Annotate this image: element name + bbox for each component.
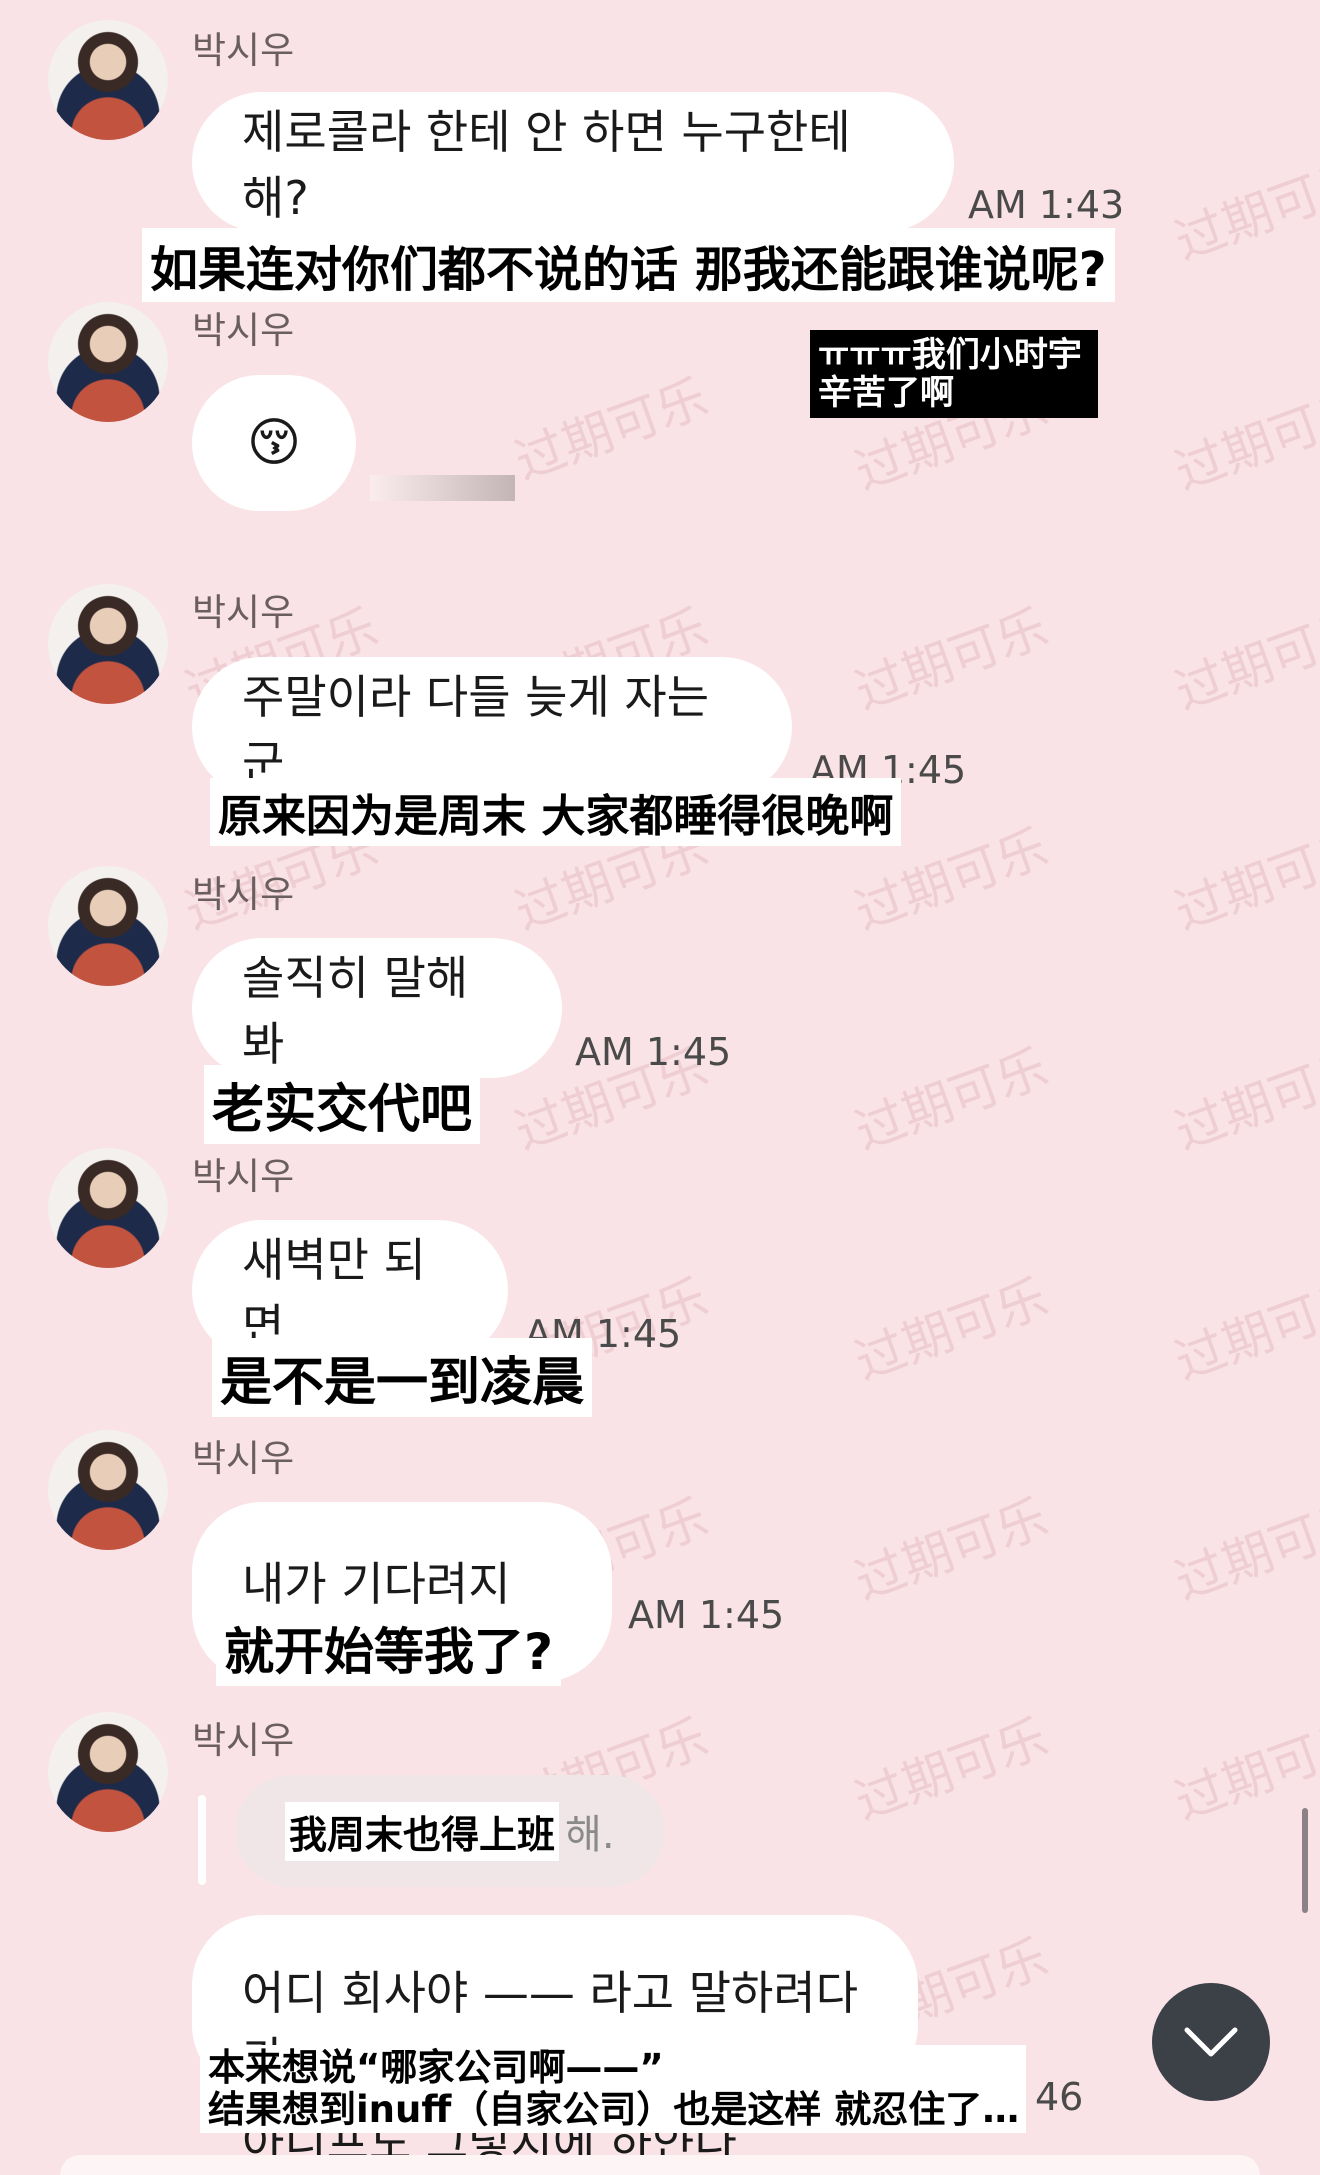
- watermark: 过期可乐: [1167, 1708, 1320, 1832]
- sender-name: 박시우: [192, 309, 295, 352]
- message-text: 제로콜라 한테 안 하면 누구한테 해?: [242, 105, 851, 225]
- blurred-time: [370, 475, 515, 501]
- sender-name: 박시우: [192, 1155, 295, 1198]
- watermark: 过期可乐: [1167, 1038, 1320, 1162]
- avatar[interactable]: [48, 302, 168, 422]
- subtitle: 老实交代吧: [204, 1065, 481, 1144]
- watermark: 过期可乐: [507, 368, 716, 492]
- reply-indicator: [198, 1795, 206, 1885]
- watermark: 过期可乐: [1167, 378, 1320, 502]
- bottom-bubble-edge: [60, 2155, 1260, 2175]
- watermark: 过期可乐: [1167, 148, 1320, 272]
- subtitle: 本来想说“哪家公司啊——” 结果想到inuff（自家公司）也是这样 就忍住了…: [200, 2045, 1026, 2133]
- avatar[interactable]: [48, 1712, 168, 1832]
- message-bubble[interactable]: 😚: [192, 375, 356, 511]
- watermark: 过期可乐: [1167, 1488, 1320, 1612]
- watermark: 过期可乐: [847, 1038, 1056, 1162]
- sender-name: 박시우: [192, 873, 295, 916]
- message-bubble[interactable]: 솔직히 말해 봐: [192, 938, 562, 1078]
- message-time: AM 1:43: [968, 183, 1125, 227]
- watermark: 过期可乐: [1167, 1268, 1320, 1392]
- reply-bubble[interactable]: 我周末也得上班 해.: [235, 1775, 665, 1887]
- emoji-kiss: 😚: [246, 413, 302, 473]
- message-text: 주말이라 다들 늦게 자는 군: [242, 670, 710, 790]
- sender-name: 박시우: [192, 1437, 295, 1480]
- message-text: 솔직히 말해 봐: [242, 951, 469, 1071]
- watermark: 过期可乐: [847, 1708, 1056, 1832]
- subtitle: 原来因为是周末 大家都睡得很晚啊: [210, 778, 902, 846]
- message-time: AM 1:45: [575, 1030, 732, 1074]
- subtitle: 是不是一到凌晨: [212, 1338, 593, 1417]
- scrollbar[interactable]: [1302, 1808, 1308, 1913]
- message-time: AM 1:45: [628, 1593, 785, 1637]
- message-text: 새벽만 되면: [242, 1233, 426, 1353]
- watermark: 过期可乐: [847, 598, 1056, 722]
- watermark: 过期可乐: [847, 1488, 1056, 1612]
- scroll-to-bottom-button[interactable]: [1152, 1983, 1270, 2101]
- sender-name: 박시우: [192, 591, 295, 634]
- chevron-down-icon: [1184, 2027, 1238, 2057]
- avatar[interactable]: [48, 866, 168, 986]
- sender-name: 박시우: [192, 1719, 295, 1762]
- avatar[interactable]: [48, 584, 168, 704]
- reply-text: 해.: [565, 1812, 615, 1858]
- subtitle-line1: 本来想说“哪家公司啊——”: [208, 2046, 664, 2089]
- message-bubble[interactable]: 제로콜라 한테 안 하면 누구한테 해?: [192, 92, 954, 232]
- subtitle: 如果连对你们都不说的话 那我还能跟谁说呢?: [142, 228, 1115, 302]
- subtitle-box: ㅠㅠㅠ我们小时宇 辛苦了啊: [810, 330, 1098, 418]
- subtitle: 就开始等我了?: [216, 1610, 562, 1686]
- subtitle-line2: 结果想到inuff（自家公司）也是这样 就忍住了…: [208, 2088, 1020, 2131]
- avatar[interactable]: [48, 1430, 168, 1550]
- avatar[interactable]: [48, 1148, 168, 1268]
- avatar[interactable]: [48, 20, 168, 140]
- message-bubble[interactable]: 주말이라 다들 늦게 자는 군: [192, 657, 792, 797]
- reply-subtitle: 我周末也得上班: [285, 1801, 560, 1861]
- watermark: 过期可乐: [1167, 818, 1320, 942]
- watermark: 过期可乐: [1167, 598, 1320, 722]
- watermark: 过期可乐: [847, 1268, 1056, 1392]
- sender-name: 박시우: [192, 29, 295, 72]
- message-time: 46: [1035, 2075, 1084, 2119]
